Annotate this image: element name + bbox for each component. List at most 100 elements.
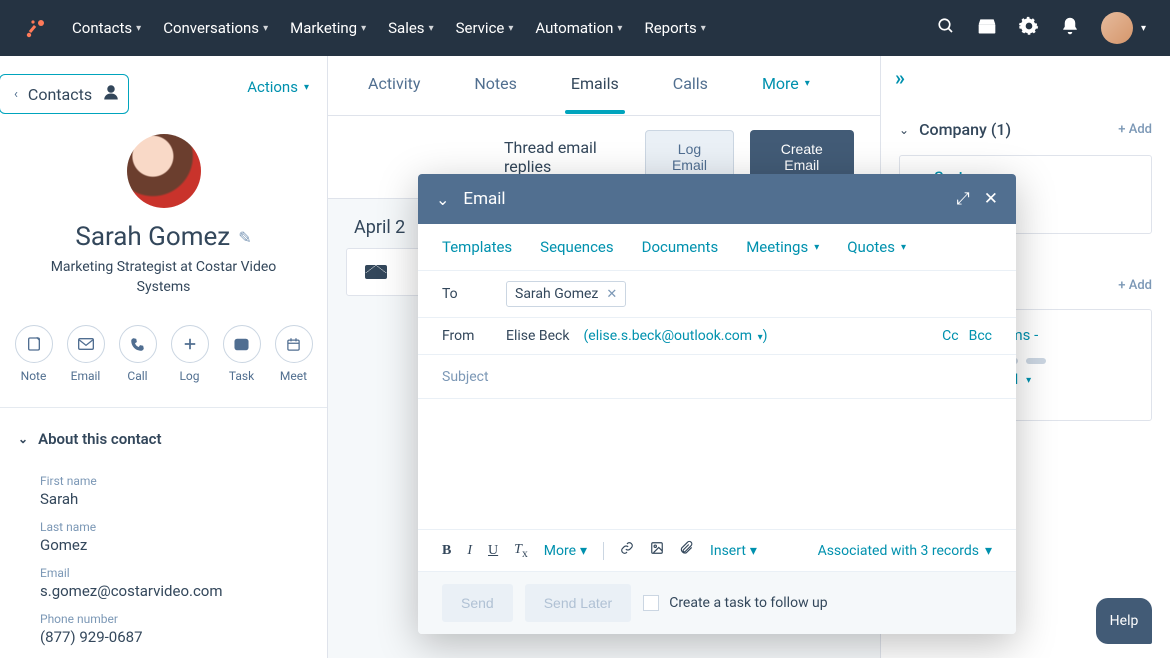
bold-button[interactable]: B <box>442 543 451 559</box>
from-label: From <box>442 328 492 344</box>
link-button[interactable] <box>620 541 634 560</box>
thread-replies-toggle[interactable]: Thread email replies <box>504 138 629 176</box>
marketplace-icon[interactable] <box>977 17 997 40</box>
from-email-dropdown[interactable]: (elise.s.beck@outlook.com ▾) <box>583 328 767 344</box>
add-company-button[interactable]: + Add <box>1118 122 1152 137</box>
meet-button[interactable]: Meet <box>275 325 313 383</box>
checkbox-icon <box>643 595 659 611</box>
edit-icon[interactable]: ✎ <box>238 228 251 247</box>
back-to-contacts[interactable]: ‹ Contacts <box>0 74 129 114</box>
expand-icon[interactable]: ⤢ <box>956 189 970 209</box>
back-label: Contacts <box>28 85 92 104</box>
attach-button[interactable] <box>680 540 694 561</box>
nav-automation[interactable]: Automation▾ <box>535 19 622 37</box>
chevron-down-icon: ▾ <box>701 23 706 34</box>
company-section-header[interactable]: ⌄ Company (1) + Add <box>899 106 1152 149</box>
nav-marketing[interactable]: Marketing▾ <box>290 19 366 37</box>
bcc-toggle[interactable]: Bcc <box>969 328 992 344</box>
phone-icon <box>119 325 157 363</box>
from-name: Elise Beck <box>506 328 569 344</box>
about-section-toggle[interactable]: ⌄ About this contact <box>0 408 327 458</box>
associated-records-dropdown[interactable]: Associated with 3 records ▾ <box>818 543 992 559</box>
contact-title: Marketing Strategist at Costar Video Sys… <box>20 258 307 297</box>
email-icon <box>67 325 105 363</box>
phone-value[interactable]: (877) 929-0687 <box>40 628 287 646</box>
last-name-value[interactable]: Gomez <box>40 536 287 554</box>
contact-avatar[interactable] <box>127 134 201 208</box>
insert-dropdown[interactable]: Insert ▾ <box>710 543 757 559</box>
nav-sales[interactable]: Sales▾ <box>388 19 433 37</box>
chevron-down-icon: ▾ <box>985 543 992 559</box>
chevron-down-icon: ▾ <box>750 543 757 559</box>
help-button[interactable]: Help <box>1096 598 1152 644</box>
first-name-label: First name <box>40 474 287 488</box>
italic-button[interactable]: I <box>467 543 472 559</box>
modal-toolbar: Templates Sequences Documents Meetings▾ … <box>418 224 1016 271</box>
chevron-down-icon: ▾ <box>1141 23 1146 34</box>
task-button[interactable]: Task <box>223 325 261 383</box>
notifications-icon[interactable] <box>1061 16 1079 41</box>
email-button[interactable]: Email <box>67 325 105 383</box>
nav-menu: Contacts▾ Conversations▾ Marketing▾ Sale… <box>72 19 706 37</box>
documents-link[interactable]: Documents <box>642 238 719 256</box>
chevron-down-icon: ▾ <box>429 23 434 34</box>
email-compose-modal: ⌄ Email ⤢ ✕ Templates Sequences Document… <box>418 174 1016 634</box>
nav-conversations[interactable]: Conversations▾ <box>163 19 268 37</box>
quotes-dropdown[interactable]: Quotes▾ <box>847 238 906 256</box>
chevron-down-icon: ▾ <box>580 543 587 559</box>
meetings-dropdown[interactable]: Meetings▾ <box>746 238 819 256</box>
call-button[interactable]: Call <box>119 325 157 383</box>
chevron-down-icon: ▾ <box>1026 375 1031 386</box>
tab-activity[interactable]: Activity <box>368 74 420 97</box>
underline-button[interactable]: U <box>488 543 498 559</box>
minimize-icon[interactable]: ⌄ <box>436 190 449 209</box>
collapse-sidebar-icon[interactable]: » <box>895 66 901 90</box>
tab-more[interactable]: More▾ <box>762 74 810 97</box>
format-more-dropdown[interactable]: More ▾ <box>544 543 587 559</box>
note-button[interactable]: Note <box>15 325 53 383</box>
nav-reports[interactable]: Reports▾ <box>644 19 705 37</box>
contact-sidebar: ‹ Contacts Actions ▾ Sarah Gomez ✎ Marke… <box>0 56 328 658</box>
actions-dropdown[interactable]: Actions ▾ <box>247 78 309 96</box>
email-body-editor[interactable] <box>418 399 1016 529</box>
hubspot-logo-icon[interactable] <box>24 16 48 40</box>
task-icon <box>223 325 261 363</box>
subject-field[interactable]: Subject <box>418 355 1016 399</box>
about-fields: First name Sarah Last name Gomez Email s… <box>0 458 327 656</box>
first-name-value[interactable]: Sarah <box>40 490 287 508</box>
envelope-icon <box>365 265 387 279</box>
person-icon <box>102 83 120 105</box>
recipient-chip[interactable]: Sarah Gomez ✕ <box>506 281 626 307</box>
top-nav: Contacts▾ Conversations▾ Marketing▾ Sale… <box>0 0 1170 56</box>
sequences-link[interactable]: Sequences <box>540 238 613 256</box>
log-button[interactable]: Log <box>171 325 209 383</box>
tab-calls[interactable]: Calls <box>673 74 708 97</box>
close-icon[interactable]: ✕ <box>984 189 998 209</box>
send-later-button[interactable]: Send Later <box>525 584 632 622</box>
tab-notes[interactable]: Notes <box>474 74 517 97</box>
clear-format-button[interactable]: Tx <box>514 542 528 560</box>
nav-contacts[interactable]: Contacts▾ <box>72 19 141 37</box>
nav-service[interactable]: Service▾ <box>456 19 514 37</box>
add-deal-button[interactable]: + Add <box>1118 278 1152 293</box>
chevron-down-icon: ▾ <box>361 23 366 34</box>
chevron-left-icon: ‹ <box>14 87 18 102</box>
send-button[interactable]: Send <box>442 584 513 622</box>
note-icon <box>15 325 53 363</box>
from-field: From Elise Beck (elise.s.beck@outlook.co… <box>418 318 1016 355</box>
tabs-bar: Activity Notes Emails Calls More▾ <box>328 56 880 116</box>
search-icon[interactable] <box>937 17 955 40</box>
divider <box>603 542 604 560</box>
account-menu[interactable]: ▾ <box>1101 12 1146 44</box>
settings-icon[interactable] <box>1019 16 1039 41</box>
email-value[interactable]: s.gomez@costarvideo.com <box>40 582 287 600</box>
templates-link[interactable]: Templates <box>442 238 512 256</box>
chevron-down-icon: ▾ <box>617 23 622 34</box>
phone-label: Phone number <box>40 612 287 626</box>
followup-checkbox[interactable]: Create a task to follow up <box>643 595 827 611</box>
image-button[interactable] <box>650 541 664 560</box>
tab-emails[interactable]: Emails <box>571 74 619 97</box>
to-label: To <box>442 286 492 302</box>
remove-chip-icon[interactable]: ✕ <box>606 287 617 302</box>
cc-toggle[interactable]: Cc <box>942 328 958 344</box>
